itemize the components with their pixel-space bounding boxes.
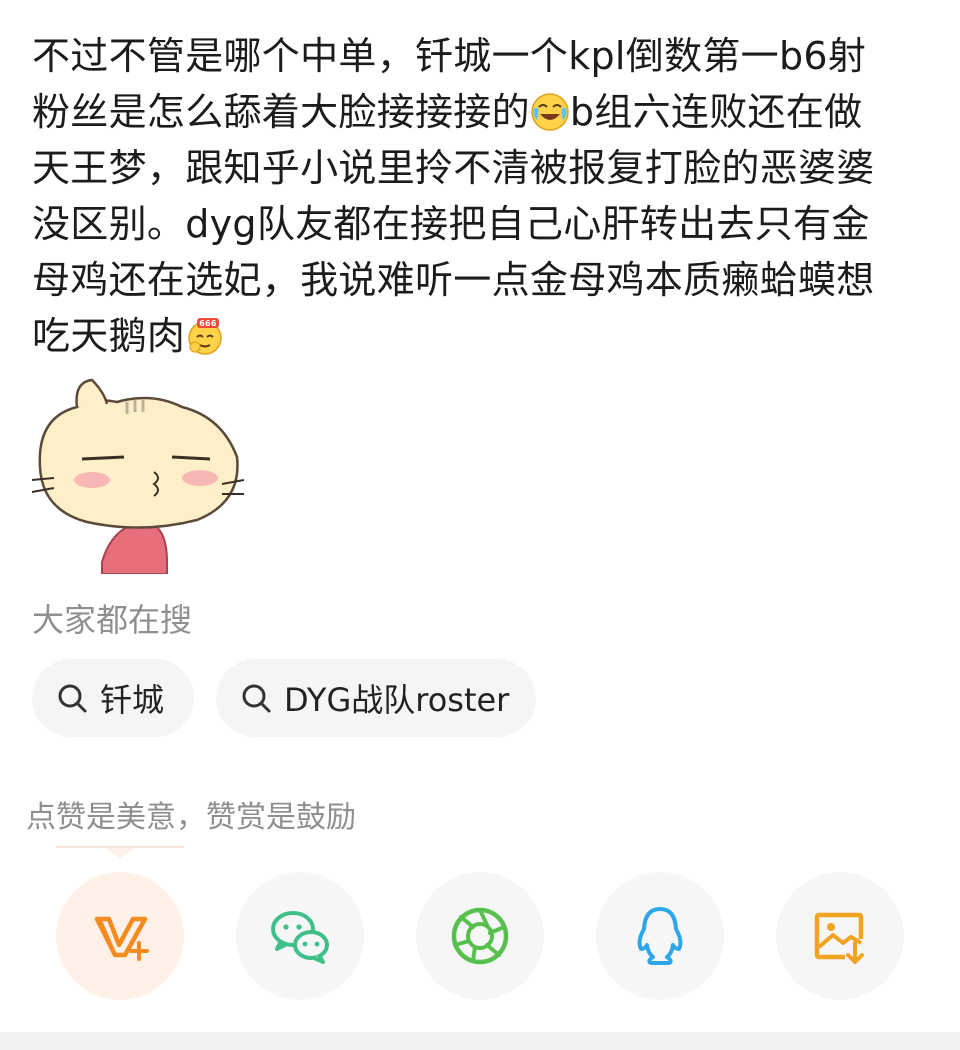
trending-search-title: 大家都在搜	[32, 601, 193, 639]
search-icon	[242, 684, 271, 713]
moments-icon	[451, 907, 509, 965]
post-line-text: 粉丝是怎么舔着大脸接接接的	[32, 90, 530, 134]
tooltip-pointer	[56, 846, 184, 859]
qq-icon	[637, 907, 683, 965]
save-image-icon	[814, 912, 864, 964]
search-chip-dyg-roster[interactable]: DYG战队roster	[216, 659, 536, 737]
svg-text:666: 666	[199, 319, 217, 328]
save-image-button[interactable]	[776, 872, 904, 1000]
wechat-share-button[interactable]	[236, 872, 364, 1000]
bottom-divider	[0, 1032, 960, 1050]
reward-tooltip-text: 点赞是美意，赞赏是鼓励	[26, 800, 356, 835]
qq-share-button[interactable]	[596, 872, 724, 1000]
post-line: 没区别。dyg队友都在接把自己心肝转出去只有金	[32, 202, 870, 246]
post-line-text: b组六连败还在做	[569, 90, 863, 134]
v-plus-icon	[94, 916, 149, 961]
v-plus-button[interactable]	[56, 872, 184, 1000]
search-chip-qiancheng[interactable]: 钎城	[32, 659, 194, 737]
moments-share-button[interactable]	[416, 872, 544, 1000]
search-chip-label: 钎城	[100, 681, 165, 719]
post-line: 母鸡还在选妃，我说难听一点金母鸡本质癞蛤蟆想	[32, 258, 875, 302]
post-line: 粉丝是怎么舔着大脸接接接的 b组六连败还在做	[32, 84, 922, 140]
post-line: 天王梦，跟知乎小说里拎不清被报复打脸的恶婆婆	[32, 146, 875, 190]
post-line-text: 吃天鹅肉	[32, 314, 186, 358]
search-icon	[58, 684, 87, 713]
laugh-cry-emoji	[531, 93, 569, 131]
wechat-icon	[271, 911, 329, 964]
post-line: 吃天鹅肉 666	[32, 308, 922, 364]
post-line: 不过不管是哪个中单，钎城一个kpl倒数第一b6射	[32, 34, 867, 78]
post-body: 不过不管是哪个中单，钎城一个kpl倒数第一b6射 粉丝是怎么舔着大脸接接接的 b…	[32, 28, 922, 364]
search-chip-label: DYG战队roster	[284, 681, 510, 719]
666-emoji: 666	[188, 318, 222, 355]
weibo-post-page: 不过不管是哪个中单，钎城一个kpl倒数第一b6射 粉丝是怎么舔着大脸接接接的 b…	[0, 0, 960, 1050]
cat-sticker[interactable]	[32, 362, 244, 574]
